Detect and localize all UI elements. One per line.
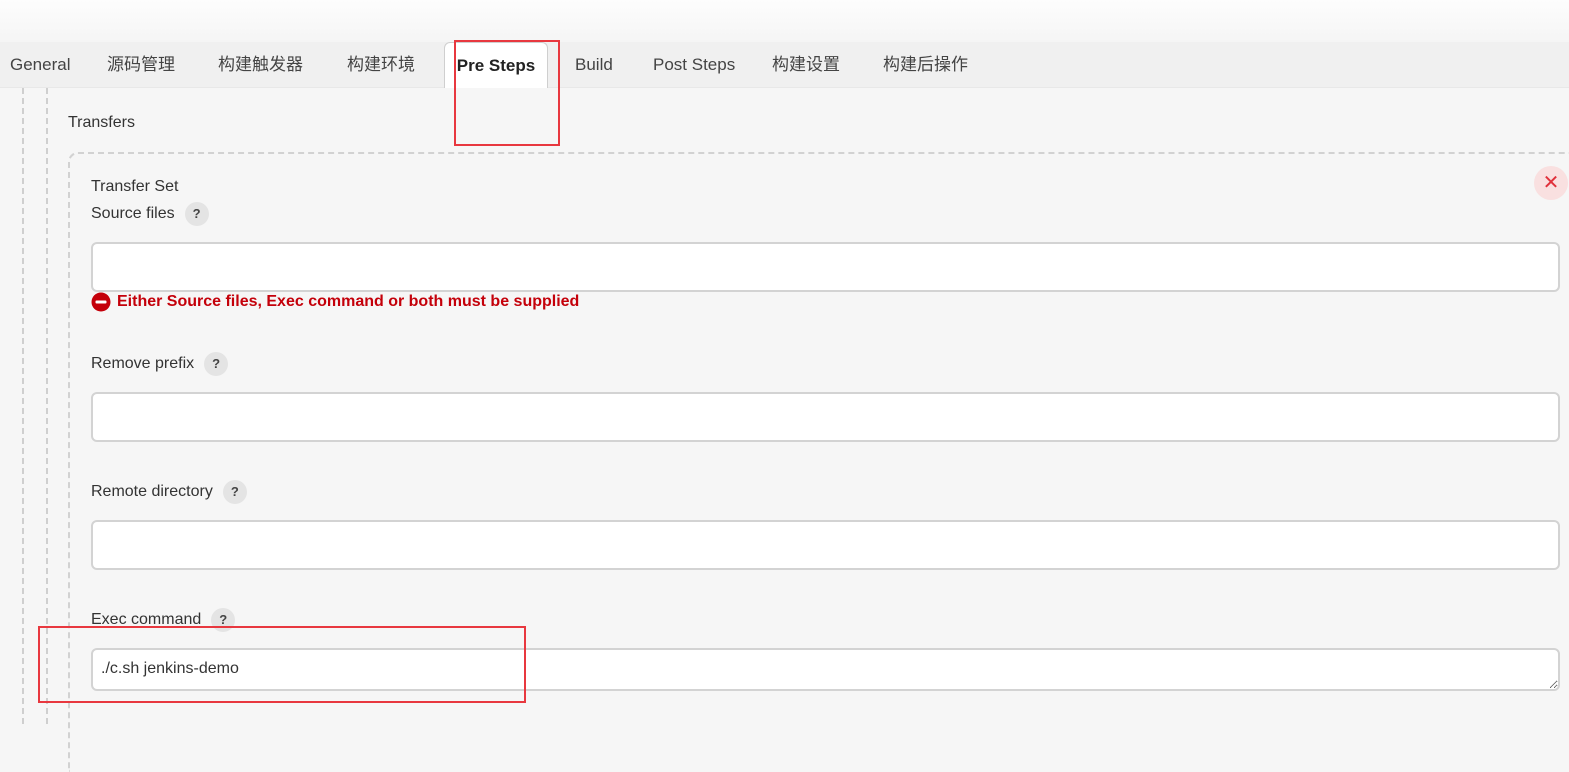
error-icon [91, 292, 111, 312]
page-header-strip [0, 0, 1569, 42]
remove-prefix-input[interactable] [91, 392, 1560, 442]
tab-post-steps[interactable]: Post Steps [653, 42, 735, 88]
tab-pre-steps[interactable]: Pre Steps [444, 42, 548, 88]
section-indent-line [22, 88, 24, 724]
tab-build-triggers[interactable]: 构建触发器 [218, 42, 303, 88]
transfer-set-title: Transfer Set [91, 178, 179, 195]
remote-directory-label-text: Remote directory [91, 483, 213, 501]
source-files-label-text: Source files [91, 205, 175, 223]
help-icon[interactable]: ? [211, 608, 236, 632]
help-icon[interactable]: ? [204, 352, 229, 376]
remote-directory-label: Remote directory? [91, 480, 247, 504]
help-icon[interactable]: ? [222, 480, 247, 504]
remove-prefix-label: Remove prefix? [91, 352, 229, 376]
tab-post-build-actions[interactable]: 构建后操作 [883, 42, 968, 88]
tab-build-settings[interactable]: 构建设置 [772, 42, 840, 88]
tab-general[interactable]: General [10, 42, 70, 88]
exec-command-label: Exec command? [91, 608, 236, 632]
exec-command-label-text: Exec command [91, 611, 202, 629]
main-content: Transfers ✕ Transfer Set Source files? E… [0, 88, 1569, 772]
tab-build-environment[interactable]: 构建环境 [347, 42, 415, 88]
remove-prefix-label-text: Remove prefix [91, 355, 195, 373]
transfers-label: Transfers [68, 114, 135, 131]
validation-error-text: Either Source files, Exec command or bot… [117, 293, 580, 310]
help-icon[interactable]: ? [184, 202, 209, 226]
remove-transfer-set-button[interactable]: ✕ [1534, 166, 1568, 200]
exec-command-textarea[interactable]: ./c.sh jenkins-demo [91, 648, 1560, 691]
section-indent-line [46, 88, 48, 724]
tab-source-management[interactable]: 源码管理 [107, 42, 175, 88]
source-files-input[interactable] [91, 242, 1560, 292]
config-tab-bar: General 源码管理 构建触发器 构建环境 Pre Steps Build … [0, 42, 1569, 88]
validation-error: Either Source files, Exec command or bot… [91, 292, 579, 312]
remote-directory-input[interactable] [91, 520, 1560, 570]
close-icon: ✕ [1542, 172, 1560, 194]
tab-build[interactable]: Build [575, 42, 613, 88]
source-files-label: Source files? [91, 202, 209, 226]
